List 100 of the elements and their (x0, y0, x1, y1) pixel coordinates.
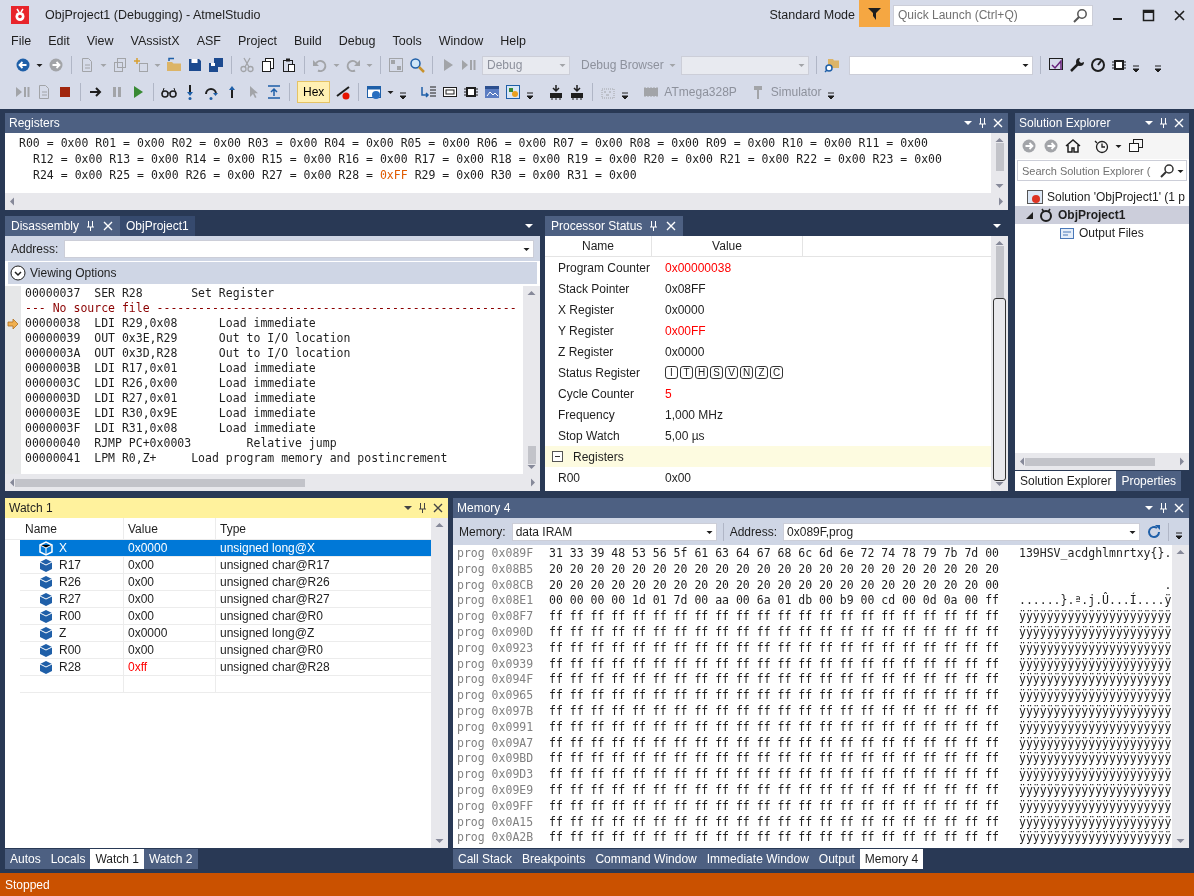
arrow-up-bar-icon[interactable] (266, 84, 282, 100)
menu-item[interactable]: Edit (39, 30, 78, 51)
tab[interactable]: Call Stack (453, 849, 518, 869)
vertical-scrollbar[interactable] (991, 133, 1008, 193)
scroll-down-icon[interactable] (995, 183, 1004, 189)
scroll-down-icon[interactable] (435, 838, 444, 844)
menu-item[interactable]: Build (284, 30, 330, 51)
scroll-up-icon[interactable] (527, 290, 536, 296)
pin-icon[interactable] (648, 220, 660, 232)
collapse-icon[interactable] (552, 451, 563, 462)
column-header[interactable]: Value (652, 236, 803, 256)
watch-row[interactable]: R17 0x00 unsigned char@R17 (20, 557, 431, 574)
dropdown-icon[interactable] (1144, 503, 1154, 513)
menu-item[interactable]: View (77, 30, 122, 51)
horizontal-scrollbar[interactable] (5, 193, 1008, 210)
chip-icon[interactable] (463, 84, 480, 100)
chip-icon[interactable] (1110, 57, 1127, 73)
window-logo-icon[interactable] (1047, 57, 1064, 73)
search-icon[interactable] (409, 57, 425, 73)
menu-item[interactable]: Help (491, 30, 534, 51)
save-icon[interactable] (187, 57, 203, 73)
scroll-thumb[interactable] (15, 478, 305, 487)
hex-toggle[interactable]: Hex (297, 81, 331, 103)
quick-launch-field[interactable]: Quick Launch (Ctrl+Q) (893, 4, 1093, 26)
column-header[interactable]: Name (5, 518, 124, 539)
scroll-left-icon[interactable] (9, 197, 15, 206)
dropdown-field[interactable] (680, 55, 809, 75)
scroll-thumb[interactable] (527, 446, 536, 464)
image-icon[interactable] (505, 84, 522, 100)
download-icon[interactable] (569, 84, 586, 100)
tab[interactable]: ObjProject1 (120, 216, 195, 236)
folder-search-icon[interactable] (823, 57, 840, 73)
menu-item[interactable]: Project (229, 30, 285, 51)
scroll-right-icon[interactable] (530, 478, 536, 487)
scroll-down-icon[interactable] (995, 481, 1004, 487)
tab[interactable]: Properties (1116, 471, 1182, 491)
tab[interactable]: Output (813, 849, 860, 869)
column-header[interactable]: Type (216, 518, 431, 539)
vertical-scrollbar[interactable] (523, 286, 540, 474)
menu-item[interactable]: Window (429, 30, 492, 51)
memory-dropdown[interactable]: data IRAM (511, 522, 717, 541)
column-header[interactable]: Value (124, 518, 216, 539)
menu-item[interactable]: Tools (383, 30, 430, 51)
tab[interactable]: Command Window (590, 849, 702, 869)
vertical-scrollbar[interactable] (991, 236, 1008, 491)
filter-button[interactable] (859, 0, 890, 27)
tab[interactable]: Immediate Window (701, 849, 814, 869)
tab[interactable]: Locals (45, 849, 91, 869)
column-header[interactable]: Name (545, 236, 652, 256)
watch-row[interactable]: R26 0x00 unsigned char@R26 (20, 574, 431, 591)
dropdown-icon[interactable] (992, 221, 1002, 231)
watch-row[interactable]: R00 0x00 unsigned char@R0 (20, 608, 431, 625)
close-icon[interactable] (432, 502, 444, 514)
scroll-right-icon[interactable] (1179, 457, 1185, 466)
scroll-thumb[interactable] (1025, 457, 1155, 466)
scroll-thumb[interactable] (995, 246, 1004, 298)
menu-item[interactable]: VAssistX (121, 30, 188, 51)
dropdown-icon[interactable] (403, 503, 413, 513)
refresh-icon[interactable] (1146, 523, 1162, 540)
stop-icon[interactable] (57, 84, 73, 100)
window-icon[interactable] (366, 84, 383, 100)
tab[interactable]: Watch 2 (143, 849, 198, 869)
scroll-right-icon[interactable] (998, 197, 1004, 206)
tab[interactable]: Breakpoints (517, 849, 591, 869)
save-all-icon[interactable] (208, 57, 224, 73)
clipboard-icon[interactable] (281, 57, 297, 73)
tree-item[interactable]: Output Files (1015, 224, 1189, 242)
menu-item[interactable]: File (2, 30, 40, 51)
gauge-icon[interactable] (1089, 57, 1106, 73)
dropdown-icon[interactable] (963, 118, 973, 128)
tab[interactable]: Processor Status (545, 216, 684, 236)
address-dropdown[interactable]: 0x089F,prog (783, 522, 1140, 541)
watch-row[interactable]: Z 0x0000 unsigned long@Z (20, 625, 431, 642)
tab[interactable]: Autos (5, 849, 46, 869)
menu-item[interactable]: ASF (187, 30, 229, 51)
tab[interactable]: Memory 4 (859, 849, 924, 869)
panel-icon[interactable] (442, 84, 459, 100)
monitor-icon[interactable] (484, 84, 501, 100)
clock-icon[interactable] (1093, 138, 1109, 154)
vertical-scrollbar[interactable] (1172, 545, 1189, 848)
vertical-scrollbar[interactable] (431, 518, 448, 848)
breakpoint-icon[interactable] (335, 84, 352, 100)
watch-row[interactable]: R27 0x00 unsigned char@R27 (20, 591, 431, 608)
scroll-up-icon[interactable] (435, 522, 444, 528)
scroll-thumb[interactable] (995, 143, 1004, 171)
dropdown-icon[interactable] (524, 221, 534, 231)
scroll-down-icon[interactable] (1176, 838, 1185, 844)
watch-row[interactable]: R00 0x00 unsigned char@R0 (20, 642, 431, 659)
home-icon[interactable] (1065, 138, 1081, 154)
tab[interactable]: Watch 1 (90, 849, 144, 869)
list-icon[interactable] (421, 84, 438, 100)
watch-row[interactable]: X 0x0000 unsigned long@X (20, 540, 431, 557)
pin-icon[interactable] (417, 502, 428, 514)
tree-item[interactable]: Solution 'ObjProject1' (1 p (1015, 188, 1189, 206)
watch-row[interactable]: R28 0xff unsigned char@R28 (20, 659, 431, 676)
maximize-icon[interactable] (1142, 8, 1155, 22)
horizontal-scrollbar[interactable] (1015, 453, 1189, 470)
scroll-up-icon[interactable] (1176, 549, 1185, 555)
download-icon[interactable] (548, 84, 565, 100)
search-field[interactable]: Search Solution Explorer ( (1017, 160, 1187, 181)
